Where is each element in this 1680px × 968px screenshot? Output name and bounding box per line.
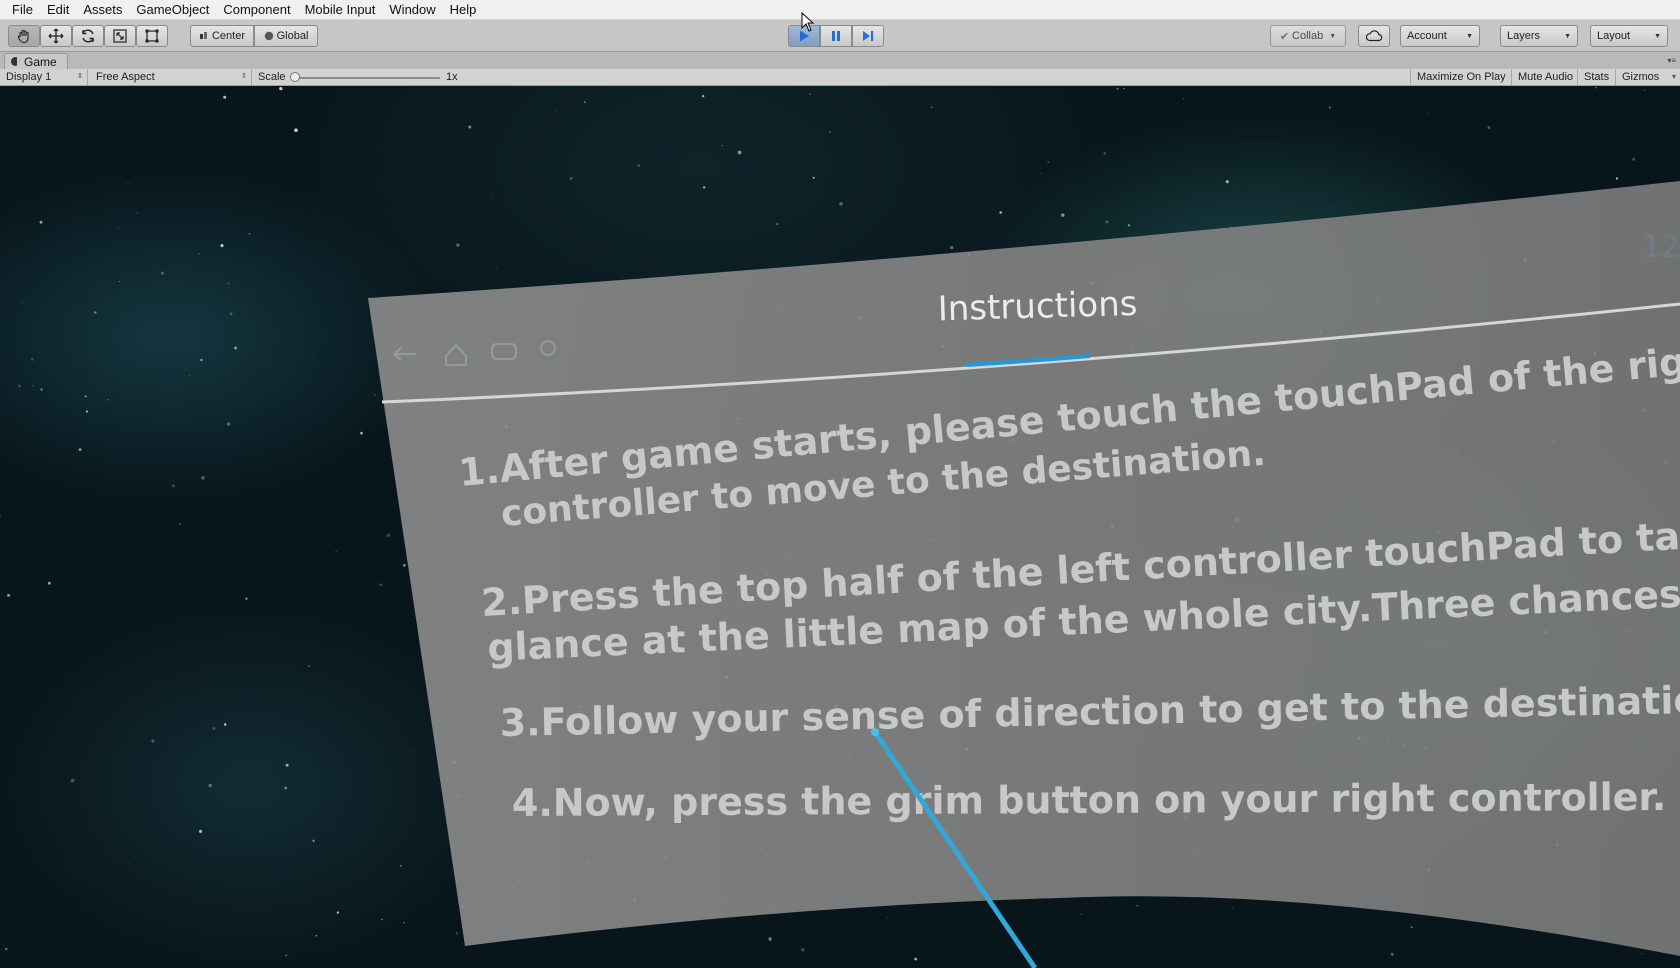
pause-icon (832, 31, 840, 41)
menu-edit[interactable]: Edit (41, 0, 75, 20)
collab-label: Collab (1292, 30, 1324, 42)
updown-icon: ⇕ (77, 73, 83, 80)
menu-file[interactable]: File (6, 0, 39, 20)
layout-label: Layout (1597, 30, 1631, 42)
display-dropdown[interactable]: Display 1 ⇕ (0, 69, 88, 85)
rect-icon (145, 29, 159, 43)
game-view-icon (11, 57, 20, 66)
account-dropdown[interactable]: Account ▼ (1400, 25, 1480, 47)
stats-toggle[interactable]: Stats (1578, 69, 1616, 85)
aspect-dropdown[interactable]: Free Aspect ⇕ (90, 69, 252, 85)
chevron-down-icon: ▾ (1671, 72, 1676, 81)
chevron-down-icon: ▼ (1329, 32, 1337, 40)
panel-title: Instructions (937, 284, 1138, 330)
layout-dropdown[interactable]: Layout ▼ (1590, 25, 1668, 47)
menu-help[interactable]: Help (444, 0, 483, 20)
game-view-controls: Display 1 ⇕ Free Aspect ⇕ Scale 1x Maxim… (0, 69, 1680, 86)
menu-gameobject[interactable]: GameObject (130, 0, 215, 20)
check-icon: ✔ (1279, 30, 1290, 43)
gizmos-label: Gizmos (1622, 71, 1660, 83)
game-viewport[interactable]: 12 Instructions 1.After game starts, ple… (0, 86, 1680, 968)
scale-tool-button[interactable] (104, 25, 136, 47)
menu-assets[interactable]: Assets (77, 0, 128, 20)
account-label: Account (1407, 30, 1447, 42)
tab-menu-icon[interactable]: ▾≡ (1667, 56, 1676, 65)
tab-game[interactable]: Game (4, 53, 68, 69)
rect-tool-button[interactable] (136, 25, 168, 47)
chevron-down-icon: ▼ (1564, 32, 1571, 40)
move-tool-button[interactable] (40, 25, 72, 47)
main-toolbar: Center Global ✔ Collab ▼ Account ▼ Layer… (0, 12, 1680, 52)
globe-icon (264, 31, 273, 41)
updown-icon: ⇕ (241, 73, 247, 80)
collab-button[interactable]: ✔ Collab ▼ (1270, 25, 1346, 47)
pivot-rotation-button[interactable]: Global (254, 25, 318, 47)
pivot-mode-label: Center (211, 30, 246, 42)
pivot-icon (199, 32, 207, 39)
menu-bar: File Edit Assets GameObject Component Mo… (0, 0, 1680, 20)
pivot-mode-button[interactable]: Center (190, 25, 254, 47)
move-icon (48, 28, 64, 44)
display-label: Display 1 (6, 71, 52, 83)
instructions-panel[interactable]: Instructions 1.After game starts, please… (0, 86, 1680, 968)
layers-label: Layers (1507, 30, 1541, 42)
gizmos-dropdown[interactable]: Gizmos ▾ (1616, 69, 1680, 85)
menu-component[interactable]: Component (217, 0, 296, 20)
instruction-line-4: 4.Now, press the grim button on your rig… (512, 775, 1666, 825)
laser-dot (871, 728, 879, 736)
step-icon (863, 31, 874, 41)
rotate-icon (82, 29, 94, 43)
mouse-cursor-icon (801, 12, 815, 32)
scale-slider-thumb[interactable] (290, 72, 300, 82)
hand-icon (17, 29, 29, 44)
scale-value: 1x (446, 71, 458, 83)
pause-button[interactable] (820, 25, 852, 47)
aspect-label: Free Aspect (96, 71, 155, 83)
cloud-button[interactable] (1358, 25, 1390, 47)
tab-game-label: Game (24, 54, 57, 69)
step-button[interactable] (852, 25, 884, 47)
scale-label: Scale (258, 71, 286, 83)
scale-icon (113, 29, 127, 43)
rotate-tool-button[interactable] (72, 25, 104, 47)
cloud-icon (1365, 30, 1383, 42)
mute-audio-toggle[interactable]: Mute Audio (1512, 69, 1578, 85)
menu-window[interactable]: Window (383, 0, 441, 20)
menu-mobile-input[interactable]: Mobile Input (299, 0, 382, 20)
pivot-rotation-label: Global (276, 30, 309, 42)
game-tab-bar: Game ▾≡ (0, 52, 1680, 69)
layers-dropdown[interactable]: Layers ▼ (1500, 25, 1578, 47)
scale-slider-track[interactable] (296, 77, 440, 79)
hand-tool-button[interactable] (8, 25, 40, 47)
maximize-on-play-toggle[interactable]: Maximize On Play (1410, 69, 1512, 85)
chevron-down-icon: ▼ (1466, 32, 1473, 40)
chevron-down-icon: ▼ (1654, 32, 1661, 40)
